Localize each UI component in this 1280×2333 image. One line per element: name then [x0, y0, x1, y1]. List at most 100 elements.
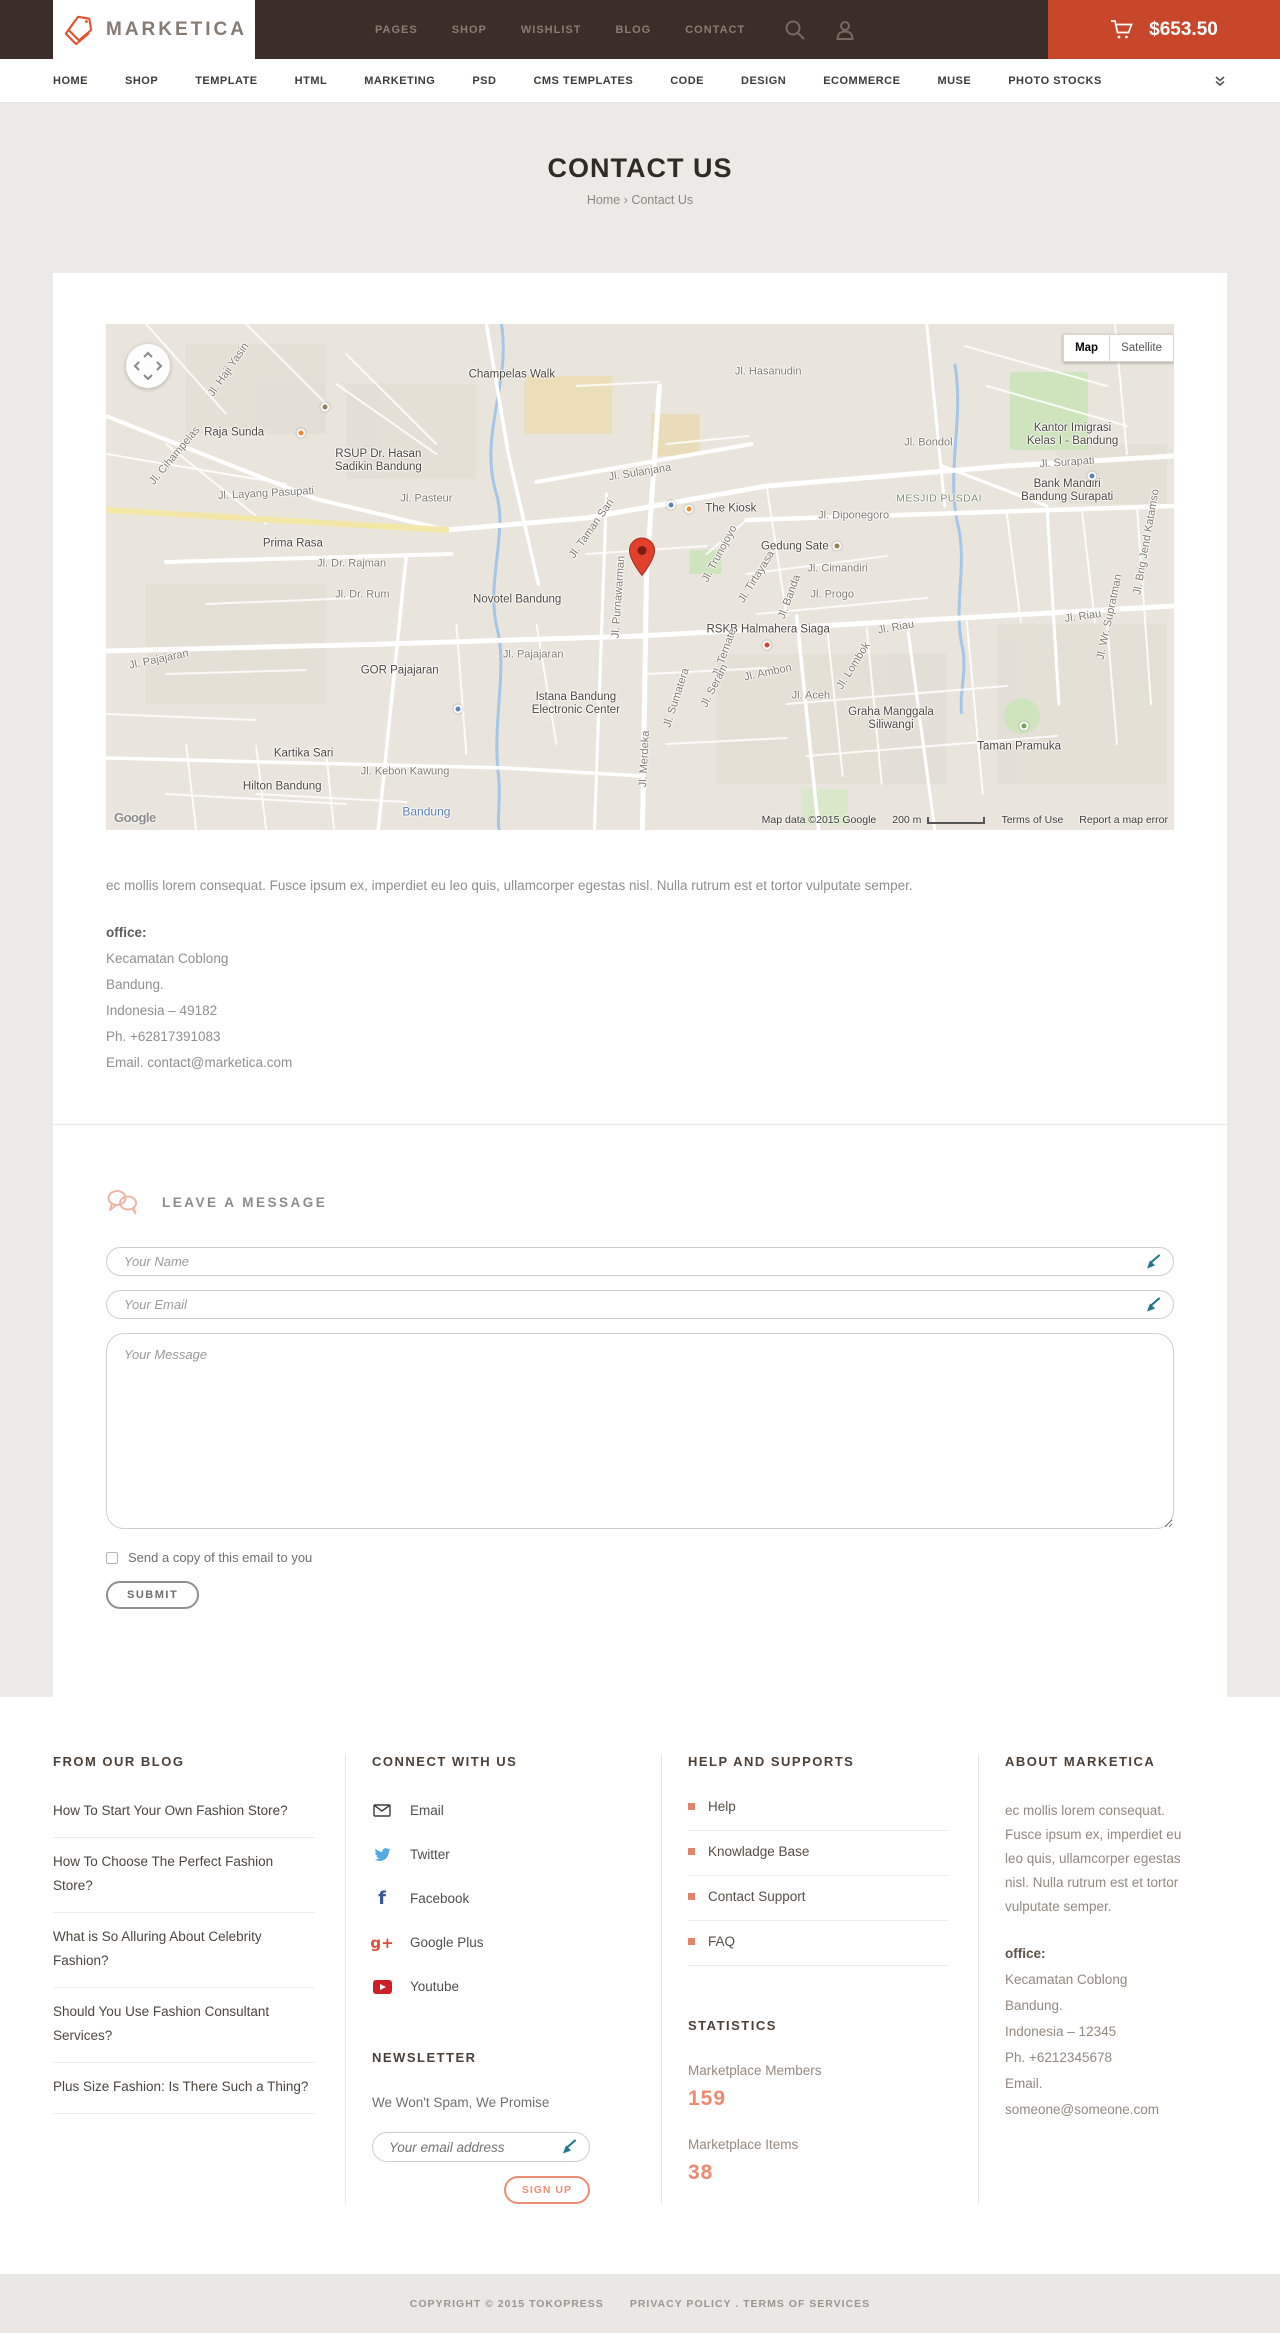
youtube-icon	[372, 1979, 392, 1994]
square-bullet-icon	[688, 1803, 695, 1810]
cat-home[interactable]: HOME	[53, 75, 88, 87]
help-label: FAQ	[708, 1934, 736, 1949]
sign-up-button[interactable]: SIGN UP	[503, 2176, 590, 2204]
footer-links: PRIVACY POLICY . TERMS OF SERVICES	[630, 2298, 870, 2310]
map-view-button[interactable]: Map	[1063, 334, 1111, 362]
google-map[interactable]: Champelas Walk Jl. Hasanudin Jl. Haji Yasi…	[106, 324, 1174, 830]
about-text: ec mollis lorem consequat. Fusce ipsum e…	[1005, 1803, 1182, 1914]
breadcrumb-home[interactable]: Home	[587, 193, 620, 207]
tag-icon	[61, 14, 95, 46]
cat-design[interactable]: DESIGN	[741, 75, 786, 87]
map-marker-icon[interactable]	[629, 537, 656, 582]
office-line: Indonesia – 49182	[106, 1003, 218, 1018]
satellite-view-button[interactable]: Satellite	[1110, 334, 1174, 362]
office-line: Kecamatan Coblong	[1005, 1972, 1128, 1987]
newsletter-tagline: We Won't Spam, We Promise	[372, 2095, 550, 2110]
office-line: Bandung.	[106, 977, 164, 992]
contact-intro-text: ec mollis lorem consequat. Fusce ipsum e…	[106, 878, 913, 893]
map-type-controls: Map Satellite	[1063, 334, 1174, 362]
office-title: office:	[106, 925, 147, 940]
blog-link[interactable]: Plus Size Fashion: Is There Such a Thing…	[53, 2063, 315, 2114]
social-label: Facebook	[410, 1891, 470, 1906]
social-facebook-link[interactable]: f Facebook	[372, 1887, 631, 1910]
blog-link[interactable]: Should You Use Fashion Consultant Servic…	[53, 1988, 315, 2063]
search-icon[interactable]	[783, 18, 807, 42]
header-icons	[783, 18, 857, 42]
social-label: Email	[410, 1803, 444, 1818]
cat-template[interactable]: TEMPLATE	[195, 75, 257, 87]
cat-ecommerce[interactable]: ECOMMERCE	[823, 75, 900, 87]
facebook-icon: f	[378, 1888, 386, 1909]
breadcrumb: Home › Contact Us	[0, 193, 1280, 207]
terms-of-use-link[interactable]: Terms of Use	[1001, 814, 1063, 826]
google-plus-icon: g+	[370, 1933, 394, 1952]
breadcrumb-current: Contact Us	[631, 193, 694, 207]
submit-button[interactable]: SUBMIT	[106, 1581, 200, 1609]
blog-link[interactable]: How To Start Your Own Fashion Store?	[53, 1799, 315, 1838]
help-link[interactable]: Contact Support	[688, 1876, 948, 1921]
twitter-icon	[372, 1847, 392, 1862]
copyright-text: COPYRIGHT © 2015 TOKOPRESS	[409, 2297, 604, 2310]
cat-muse[interactable]: MUSE	[937, 75, 971, 87]
terms-of-services-link[interactable]: TERMS OF SERVICES	[743, 2298, 870, 2310]
pen-icon	[1146, 1254, 1161, 1269]
brand-logo[interactable]: MARKETICA	[53, 0, 255, 59]
statistics-title: STATISTICS	[688, 2018, 777, 2033]
footer-help-column: HELP AND SUPPORTS Help Knowladge Base Co…	[661, 1754, 978, 2204]
top-nav-blog[interactable]: BLOG	[615, 24, 651, 36]
name-input[interactable]	[106, 1247, 1174, 1276]
newsletter-email-input[interactable]	[372, 2132, 590, 2162]
help-link[interactable]: Help	[688, 1799, 948, 1831]
cat-cms-templates[interactable]: CMS TEMPLATES	[533, 75, 633, 87]
map-scalebar	[927, 817, 986, 824]
help-link[interactable]: Knowladge Base	[688, 1831, 948, 1876]
links-separator: .	[735, 2297, 740, 2310]
top-nav-contact[interactable]: CONTACT	[685, 24, 745, 36]
social-twitter-link[interactable]: Twitter	[372, 1843, 631, 1866]
privacy-policy-link[interactable]: PRIVACY POLICY	[630, 2298, 732, 2310]
footer-about-column: ABOUT MARKETICA ec mollis lorem consequa…	[978, 1754, 1227, 2204]
message-textarea[interactable]	[106, 1333, 1174, 1529]
footer-blog-title: FROM OUR BLOG	[53, 1754, 185, 1769]
square-bullet-icon	[688, 1848, 695, 1855]
cat-marketing[interactable]: MARKETING	[364, 75, 435, 87]
cat-psd[interactable]: PSD	[472, 75, 496, 87]
site-header: MARKETICA PAGES SHOP WISHLIST BLOG CONTA…	[0, 0, 1280, 59]
map-scale-label: 200 m	[892, 814, 922, 826]
office-line: Kecamatan Coblong	[106, 951, 229, 966]
map-pan-control[interactable]	[126, 344, 170, 388]
social-youtube-link[interactable]: Youtube	[372, 1975, 631, 1998]
map-attribution: Map data ©2015 Google 200 m Terms of Use…	[762, 814, 1168, 826]
office-line: Email. contact@marketica.com	[106, 1055, 293, 1070]
social-label: Google Plus	[410, 1935, 484, 1950]
square-bullet-icon	[688, 1938, 695, 1945]
cart-button[interactable]: $653.50	[1048, 0, 1280, 59]
cat-html[interactable]: HTML	[295, 75, 328, 87]
help-link[interactable]: FAQ	[688, 1921, 948, 1966]
top-nav-wishlist[interactable]: WISHLIST	[521, 24, 582, 36]
top-nav-pages[interactable]: PAGES	[375, 24, 418, 36]
office-line: Indonesia – 12345	[1005, 2024, 1117, 2039]
send-copy-checkbox[interactable]	[106, 1551, 118, 1564]
about-office-info: office: Kecamatan Coblong Bandung. Indon…	[1005, 1941, 1197, 2123]
site-footer: FROM OUR BLOG How To Start Your Own Fash…	[0, 1697, 1280, 2274]
social-google-plus-link[interactable]: g+ Google Plus	[370, 1931, 631, 1954]
footer-about-title: ABOUT MARKETICA	[1005, 1754, 1156, 1769]
blog-link[interactable]: How To Choose The Perfect Fashion Store?	[53, 1838, 315, 1913]
cart-total: $653.50	[1149, 18, 1218, 40]
cat-shop[interactable]: SHOP	[125, 75, 158, 87]
chat-bubbles-icon	[106, 1189, 138, 1215]
blog-link[interactable]: What is So Alluring About Celebrity Fash…	[53, 1913, 315, 1988]
office-info: office: Kecamatan Coblong Bandung. Indon…	[106, 920, 1174, 1076]
map-data-credit: Map data ©2015 Google	[761, 814, 877, 826]
top-nav-shop[interactable]: SHOP	[452, 24, 487, 36]
social-email-link[interactable]: Email	[372, 1799, 631, 1822]
stat-label: Marketplace Items	[688, 2137, 799, 2152]
cat-code[interactable]: CODE	[670, 75, 704, 87]
send-copy-row: Send a copy of this email to you	[106, 1550, 1174, 1565]
cat-photo-stocks[interactable]: PHOTO STOCKS	[1008, 75, 1102, 87]
chevron-down-icon[interactable]	[1213, 75, 1227, 87]
report-map-error-link[interactable]: Report a map error	[1079, 814, 1168, 826]
email-input[interactable]	[106, 1290, 1174, 1319]
account-icon[interactable]	[833, 18, 857, 42]
